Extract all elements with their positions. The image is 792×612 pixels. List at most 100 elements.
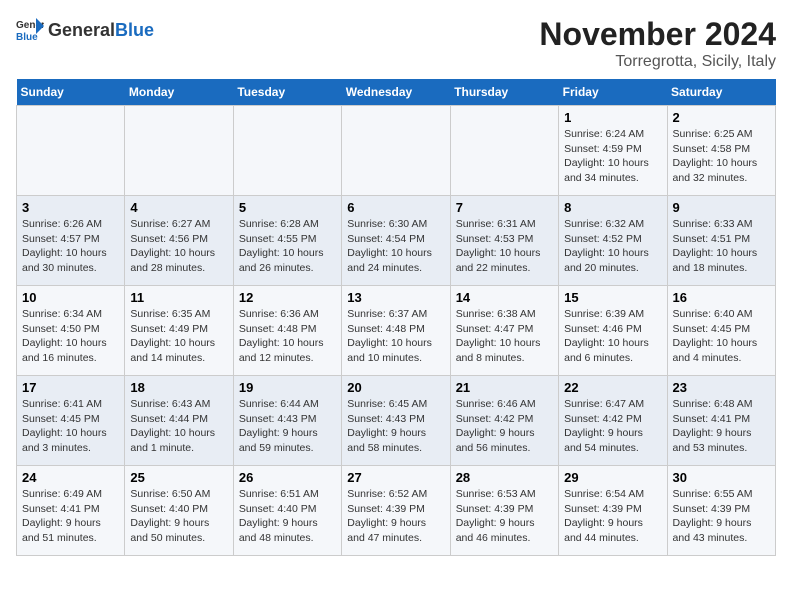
day-detail: Sunrise: 6:39 AMSunset: 4:46 PMDaylight:… xyxy=(564,307,661,366)
day-number: 22 xyxy=(564,380,661,395)
day-number: 29 xyxy=(564,470,661,485)
calendar-cell: 30 Sunrise: 6:55 AMSunset: 4:39 PMDayligh… xyxy=(667,466,775,556)
calendar-cell: 4 Sunrise: 6:27 AMSunset: 4:56 PMDaylight… xyxy=(125,196,233,286)
logo-blue: Blue xyxy=(115,20,154,41)
day-header-friday: Friday xyxy=(559,79,667,106)
day-number: 6 xyxy=(347,200,444,215)
day-number: 4 xyxy=(130,200,227,215)
day-detail: Sunrise: 6:28 AMSunset: 4:55 PMDaylight:… xyxy=(239,217,336,276)
day-detail: Sunrise: 6:26 AMSunset: 4:57 PMDaylight:… xyxy=(22,217,119,276)
calendar-week-3: 10 Sunrise: 6:34 AMSunset: 4:50 PMDayligh… xyxy=(17,286,776,376)
day-header-thursday: Thursday xyxy=(450,79,558,106)
calendar-cell: 27 Sunrise: 6:52 AMSunset: 4:39 PMDayligh… xyxy=(342,466,450,556)
day-number: 9 xyxy=(673,200,770,215)
calendar-cell: 22 Sunrise: 6:47 AMSunset: 4:42 PMDayligh… xyxy=(559,376,667,466)
calendar-cell: 15 Sunrise: 6:39 AMSunset: 4:46 PMDayligh… xyxy=(559,286,667,376)
day-number: 16 xyxy=(673,290,770,305)
calendar-subtitle: Torregrotta, Sicily, Italy xyxy=(539,53,776,71)
calendar-cell: 17 Sunrise: 6:41 AMSunset: 4:45 PMDayligh… xyxy=(17,376,125,466)
calendar-cell: 9 Sunrise: 6:33 AMSunset: 4:51 PMDaylight… xyxy=(667,196,775,286)
calendar-cell: 13Sunrise: 6:37 AMSunset: 4:48 PMDayligh… xyxy=(342,286,450,376)
calendar-header-row: SundayMondayTuesdayWednesdayThursdayFrid… xyxy=(17,79,776,106)
day-number: 7 xyxy=(456,200,553,215)
calendar-cell: 7 Sunrise: 6:31 AMSunset: 4:53 PMDaylight… xyxy=(450,196,558,286)
day-number: 1 xyxy=(564,110,661,125)
day-number: 10 xyxy=(22,290,119,305)
day-detail: Sunrise: 6:37 AMSunset: 4:48 PMDaylight:… xyxy=(347,307,444,366)
calendar-week-1: 1 Sunrise: 6:24 AMSunset: 4:59 PMDaylight… xyxy=(17,106,776,196)
header: General Blue GeneralBlue November 2024 T… xyxy=(16,16,776,71)
calendar-cell xyxy=(125,106,233,196)
day-detail: Sunrise: 6:36 AMSunset: 4:48 PMDaylight:… xyxy=(239,307,336,366)
calendar-cell: 28Sunrise: 6:53 AMSunset: 4:39 PMDayligh… xyxy=(450,466,558,556)
calendar-cell: 1 Sunrise: 6:24 AMSunset: 4:59 PMDaylight… xyxy=(559,106,667,196)
day-number: 21 xyxy=(456,380,553,395)
calendar-cell: 3 Sunrise: 6:26 AMSunset: 4:57 PMDaylight… xyxy=(17,196,125,286)
calendar-cell: 14 Sunrise: 6:38 AMSunset: 4:47 PMDayligh… xyxy=(450,286,558,376)
day-number: 24 xyxy=(22,470,119,485)
calendar-week-5: 24 Sunrise: 6:49 AMSunset: 4:41 PMDayligh… xyxy=(17,466,776,556)
day-detail: Sunrise: 6:33 AMSunset: 4:51 PMDaylight:… xyxy=(673,217,770,276)
day-detail: Sunrise: 6:54 AMSunset: 4:39 PMDaylight:… xyxy=(564,487,661,546)
day-header-wednesday: Wednesday xyxy=(342,79,450,106)
day-number: 11 xyxy=(130,290,227,305)
day-number: 12 xyxy=(239,290,336,305)
day-number: 8 xyxy=(564,200,661,215)
day-header-tuesday: Tuesday xyxy=(233,79,341,106)
day-detail: Sunrise: 6:31 AMSunset: 4:53 PMDaylight:… xyxy=(456,217,553,276)
day-detail: Sunrise: 6:45 AMSunset: 4:43 PMDaylight:… xyxy=(347,397,444,456)
day-detail: Sunrise: 6:49 AMSunset: 4:41 PMDaylight:… xyxy=(22,487,119,546)
day-detail: Sunrise: 6:47 AMSunset: 4:42 PMDaylight:… xyxy=(564,397,661,456)
calendar-cell: 25Sunrise: 6:50 AMSunset: 4:40 PMDayligh… xyxy=(125,466,233,556)
logo-general: General xyxy=(48,20,115,41)
calendar-cell: 6Sunrise: 6:30 AMSunset: 4:54 PMDaylight… xyxy=(342,196,450,286)
calendar-week-2: 3 Sunrise: 6:26 AMSunset: 4:57 PMDaylight… xyxy=(17,196,776,286)
day-header-monday: Monday xyxy=(125,79,233,106)
title-area: November 2024 Torregrotta, Sicily, Italy xyxy=(539,16,776,71)
day-detail: Sunrise: 6:53 AMSunset: 4:39 PMDaylight:… xyxy=(456,487,553,546)
calendar-cell xyxy=(342,106,450,196)
calendar-table: SundayMondayTuesdayWednesdayThursdayFrid… xyxy=(16,79,776,556)
calendar-week-4: 17 Sunrise: 6:41 AMSunset: 4:45 PMDayligh… xyxy=(17,376,776,466)
day-detail: Sunrise: 6:27 AMSunset: 4:56 PMDaylight:… xyxy=(130,217,227,276)
day-detail: Sunrise: 6:52 AMSunset: 4:39 PMDaylight:… xyxy=(347,487,444,546)
day-number: 15 xyxy=(564,290,661,305)
day-number: 26 xyxy=(239,470,336,485)
day-detail: Sunrise: 6:32 AMSunset: 4:52 PMDaylight:… xyxy=(564,217,661,276)
calendar-cell: 11 Sunrise: 6:35 AMSunset: 4:49 PMDayligh… xyxy=(125,286,233,376)
calendar-cell: 23Sunrise: 6:48 AMSunset: 4:41 PMDayligh… xyxy=(667,376,775,466)
calendar-cell: 20 Sunrise: 6:45 AMSunset: 4:43 PMDayligh… xyxy=(342,376,450,466)
day-detail: Sunrise: 6:40 AMSunset: 4:45 PMDaylight:… xyxy=(673,307,770,366)
day-detail: Sunrise: 6:51 AMSunset: 4:40 PMDaylight:… xyxy=(239,487,336,546)
day-number: 18 xyxy=(130,380,227,395)
svg-text:Blue: Blue xyxy=(16,32,38,43)
day-detail: Sunrise: 6:24 AMSunset: 4:59 PMDaylight:… xyxy=(564,127,661,186)
day-number: 19 xyxy=(239,380,336,395)
day-detail: Sunrise: 6:46 AMSunset: 4:42 PMDaylight:… xyxy=(456,397,553,456)
day-number: 23 xyxy=(673,380,770,395)
day-number: 14 xyxy=(456,290,553,305)
day-detail: Sunrise: 6:35 AMSunset: 4:49 PMDaylight:… xyxy=(130,307,227,366)
calendar-cell: 26 Sunrise: 6:51 AMSunset: 4:40 PMDayligh… xyxy=(233,466,341,556)
day-number: 3 xyxy=(22,200,119,215)
day-detail: Sunrise: 6:38 AMSunset: 4:47 PMDaylight:… xyxy=(456,307,553,366)
day-detail: Sunrise: 6:55 AMSunset: 4:39 PMDaylight:… xyxy=(673,487,770,546)
day-number: 27 xyxy=(347,470,444,485)
day-number: 5 xyxy=(239,200,336,215)
day-number: 2 xyxy=(673,110,770,125)
day-number: 30 xyxy=(673,470,770,485)
day-header-saturday: Saturday xyxy=(667,79,775,106)
day-detail: Sunrise: 6:43 AMSunset: 4:44 PMDaylight:… xyxy=(130,397,227,456)
calendar-cell xyxy=(450,106,558,196)
calendar-title: November 2024 xyxy=(539,16,776,53)
day-number: 20 xyxy=(347,380,444,395)
day-detail: Sunrise: 6:34 AMSunset: 4:50 PMDaylight:… xyxy=(22,307,119,366)
logo-icon: General Blue xyxy=(16,16,44,44)
calendar-cell: 12 Sunrise: 6:36 AMSunset: 4:48 PMDayligh… xyxy=(233,286,341,376)
day-detail: Sunrise: 6:41 AMSunset: 4:45 PMDaylight:… xyxy=(22,397,119,456)
day-number: 17 xyxy=(22,380,119,395)
calendar-cell: 8 Sunrise: 6:32 AMSunset: 4:52 PMDaylight… xyxy=(559,196,667,286)
day-header-sunday: Sunday xyxy=(17,79,125,106)
calendar-cell: 10 Sunrise: 6:34 AMSunset: 4:50 PMDayligh… xyxy=(17,286,125,376)
calendar-cell: 5 Sunrise: 6:28 AMSunset: 4:55 PMDaylight… xyxy=(233,196,341,286)
